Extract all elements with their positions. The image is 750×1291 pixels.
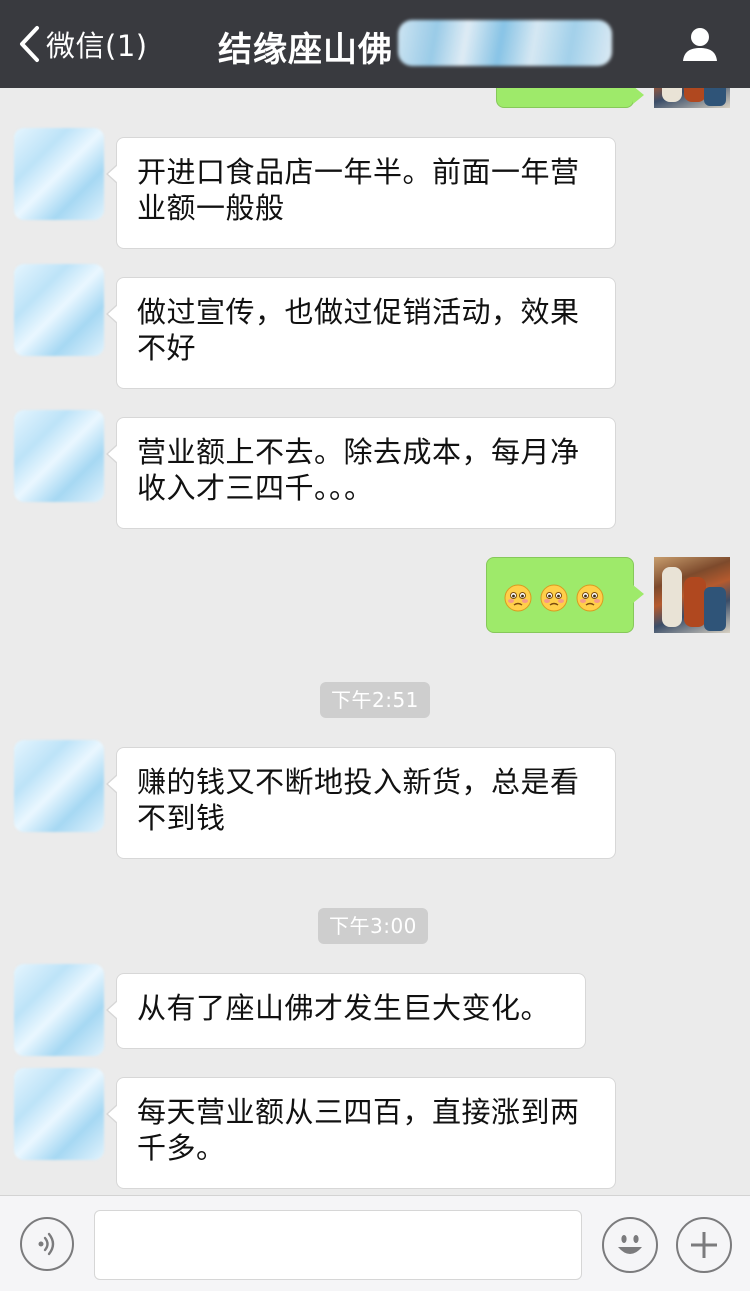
- timestamp-badge: 下午3:00: [318, 908, 428, 944]
- nav-header: 微信(1) 结缘座山佛: [0, 0, 750, 88]
- message-input[interactable]: [94, 1210, 582, 1280]
- message-bubble[interactable]: 开进口食品店一年半。前面一年营业额一般般: [106, 137, 616, 249]
- message-bubble[interactable]: 做过宣传，也做过促销活动，效果不好: [106, 277, 616, 389]
- redacted-title-overlay: [398, 20, 612, 66]
- message-bubble[interactable]: 赚的钱又不断地投入新货，总是看不到钱: [106, 747, 616, 859]
- timestamp-badge: 下午2:51: [320, 682, 430, 718]
- contact-avatar[interactable]: [14, 1068, 104, 1160]
- message-bubble[interactable]: 从有了座山佛才发生巨大变化。: [106, 973, 586, 1049]
- message-text: 每天营业额从三四百，直接涨到两千多。: [137, 1095, 580, 1165]
- voice-button[interactable]: [20, 1217, 74, 1271]
- message-text: 开进口食品店一年半。前面一年营业额一般般: [137, 155, 580, 225]
- contact-avatar[interactable]: [14, 740, 104, 832]
- contact-avatar[interactable]: [14, 964, 104, 1056]
- chat-title: 结缘座山佛: [218, 30, 393, 70]
- previous-message-bubble[interactable]: [496, 88, 644, 108]
- plus-icon: [691, 1232, 717, 1258]
- message-list[interactable]: 开进口食品店一年半。前面一年营业额一般般 做过宣传，也做过促销活动，效果不好 营…: [0, 88, 750, 1195]
- self-avatar[interactable]: [654, 557, 730, 633]
- worried-face-icon: [576, 584, 604, 612]
- worried-face-icon: [504, 584, 532, 612]
- smiley-icon: [618, 1235, 642, 1254]
- back-button[interactable]: 微信(1): [18, 24, 148, 64]
- message-text: 从有了座山佛才发生巨大变化。: [137, 991, 551, 1025]
- self-emoji-bubble[interactable]: [486, 557, 644, 633]
- back-label: 微信(1): [46, 29, 148, 63]
- chevron-left-icon: [20, 26, 39, 62]
- message-text: 做过宣传，也做过促销活动，效果不好: [137, 295, 580, 365]
- chat-input-bar: [0, 1195, 750, 1291]
- emoji-button[interactable]: [602, 1217, 658, 1273]
- worried-face-icon: [540, 584, 568, 612]
- more-button[interactable]: [676, 1217, 732, 1273]
- message-bubble[interactable]: 每天营业额从三四百，直接涨到两千多。: [106, 1077, 616, 1189]
- voice-icon: [38, 1232, 55, 1256]
- contact-profile-icon[interactable]: [680, 24, 720, 64]
- message-text: 营业额上不去。除去成本，每月净收入才三四千。。。: [137, 435, 580, 505]
- self-avatar[interactable]: [654, 88, 730, 108]
- contact-avatar[interactable]: [14, 264, 104, 356]
- message-bubble[interactable]: 营业额上不去。除去成本，每月净收入才三四千。。。: [106, 417, 616, 529]
- message-text: 赚的钱又不断地投入新货，总是看不到钱: [137, 765, 580, 835]
- contact-avatar[interactable]: [14, 410, 104, 502]
- contact-avatar[interactable]: [14, 128, 104, 220]
